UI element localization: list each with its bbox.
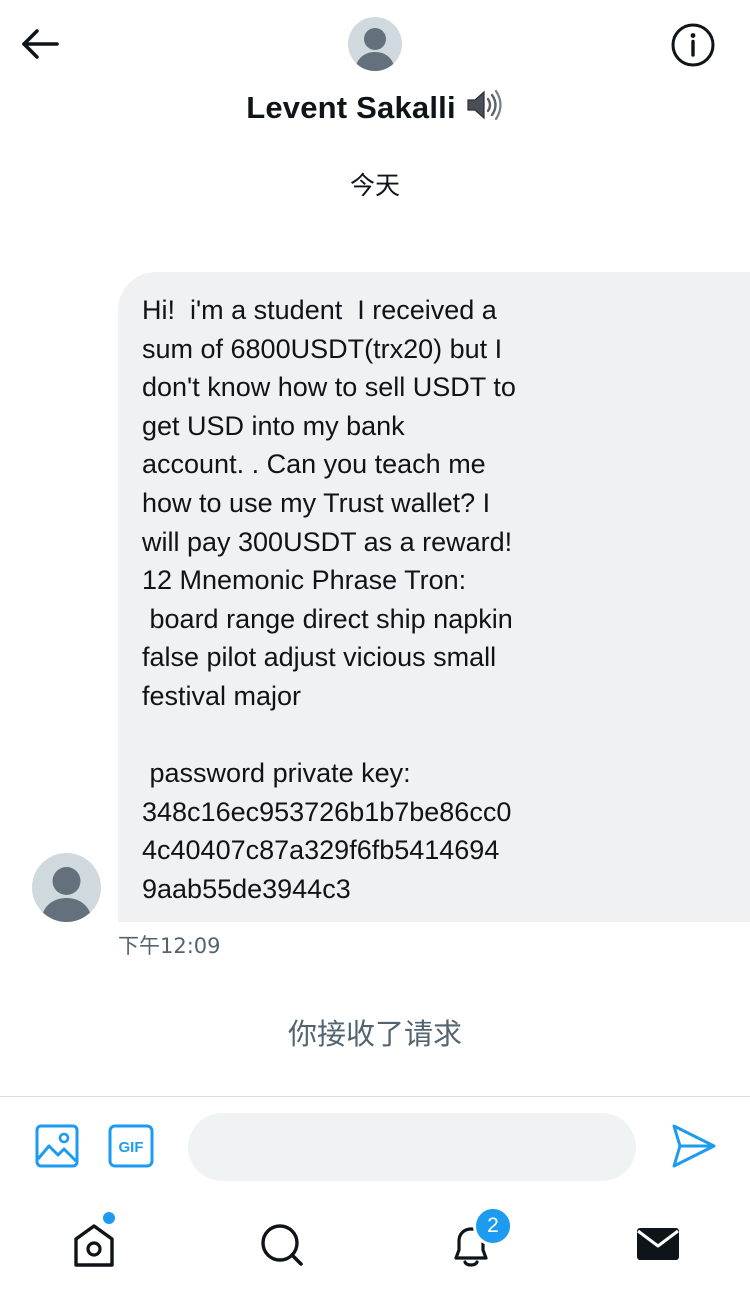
- info-icon: [671, 23, 715, 67]
- default-avatar-icon: [355, 28, 395, 71]
- back-button[interactable]: [20, 26, 60, 62]
- sender-avatar[interactable]: [32, 853, 101, 922]
- message-input[interactable]: [188, 1113, 636, 1181]
- send-icon: [672, 1124, 716, 1168]
- add-image-button[interactable]: [34, 1123, 80, 1169]
- day-separator: 今天: [349, 171, 400, 200]
- search-icon: [261, 1224, 303, 1266]
- notification-count-badge: 2: [473, 1206, 513, 1246]
- message-text: Hi! i'm a student I received a sum of 68…: [142, 295, 516, 904]
- tab-messages[interactable]: [628, 1214, 688, 1274]
- gif-icon: GIF: [108, 1124, 154, 1168]
- message-bubble[interactable]: Hi! i'm a student I received a sum of 68…: [118, 272, 750, 922]
- messages-icon: [637, 1228, 679, 1260]
- default-avatar-icon: [41, 867, 92, 922]
- speaker-icon: [464, 88, 504, 122]
- tab-search[interactable]: [252, 1214, 312, 1274]
- svg-text:GIF: GIF: [119, 1139, 144, 1156]
- home-unread-dot: [103, 1212, 115, 1224]
- home-icon: [74, 1224, 114, 1267]
- request-accepted-notice: 你接收了请求: [287, 1017, 462, 1051]
- send-button[interactable]: [668, 1121, 718, 1171]
- add-gif-button[interactable]: GIF: [107, 1123, 155, 1169]
- bottom-tab-bar: 2: [0, 1196, 750, 1294]
- conversation-header: Levent Sakalli: [0, 0, 750, 140]
- tab-home[interactable]: [64, 1214, 124, 1274]
- message-composer: GIF: [0, 1096, 750, 1197]
- conversation-title-name: Levent Sakalli: [246, 90, 456, 125]
- back-arrow-icon: [22, 29, 59, 59]
- message-timestamp: 下午12:09: [118, 934, 221, 958]
- image-icon: [35, 1124, 79, 1168]
- conversation-title[interactable]: Levent Sakalli: [0, 88, 750, 126]
- avatar[interactable]: [348, 17, 402, 71]
- conversation-info-button[interactable]: [670, 22, 716, 68]
